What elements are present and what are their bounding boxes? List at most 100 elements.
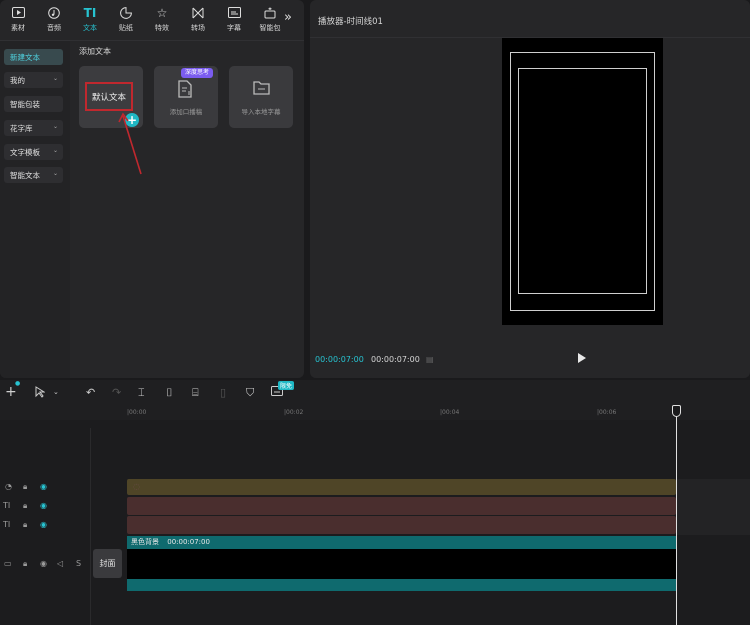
nav-label: 文字模板 (10, 147, 40, 157)
main-clip-footer[interactable] (127, 579, 676, 591)
subtitle-icon (227, 6, 241, 20)
tab-text[interactable]: TI 文本 (72, 0, 108, 38)
nav-label: 花字库 (10, 123, 33, 133)
speaker-icon[interactable]: ◁ (57, 559, 63, 568)
text-clip[interactable] (127, 516, 676, 534)
chevron-down-icon: ⌄ (52, 75, 58, 82)
eye-icon[interactable]: ◉ (40, 482, 47, 491)
script-icon (178, 80, 194, 102)
audio-icon (47, 6, 61, 20)
video-track-icon: ▭ (4, 559, 12, 568)
time-ruler[interactable]: |00:00 |00:02 |00:04 |00:06 (0, 406, 750, 420)
trim-left-icon[interactable]: ⌷ (166, 386, 173, 400)
main-clip-thumbnail[interactable] (127, 549, 676, 579)
tool-tabs: 素材 音频 TI 文本 贴纸 ☆ 特效 转场 字幕 智能包 (0, 0, 304, 38)
card-label: 导入本地字幕 (241, 108, 281, 116)
redo-icon[interactable]: ↷ (112, 386, 121, 399)
main-clip-header[interactable]: 黑色背景 00:00:07:00 (127, 536, 676, 549)
side-nav: 新建文本 我的 ⌄ 智能包装 花字库 ⌄ 文字模板 ⌄ 智能文本 ⌄ (0, 41, 70, 378)
more-tabs-icon[interactable]: » (284, 10, 292, 25)
playhead-line[interactable] (676, 410, 677, 625)
playhead-handle[interactable] (672, 405, 681, 417)
select-tool-icon[interactable] (35, 386, 46, 401)
ruler-tick: |00:04 (440, 409, 460, 416)
preview-canvas[interactable] (502, 38, 663, 325)
lock-icon[interactable]: 🔒︎ (23, 482, 27, 492)
card-label: 添加口播稿 (169, 108, 203, 116)
nav-item-smart-text[interactable]: 智能文本 ⌄ (4, 167, 63, 183)
effects-icon: ☆ (156, 5, 168, 20)
delete-icon[interactable]: ▯ (220, 386, 226, 399)
undo-icon[interactable]: ↶ (86, 386, 95, 399)
tab-sticker[interactable]: 贴纸 (108, 0, 144, 38)
play-button[interactable] (578, 353, 586, 363)
tab-label: 音频 (47, 23, 61, 32)
nav-item-text-template[interactable]: 文字模板 ⌄ (4, 144, 63, 160)
chevron-down-icon: ⌄ (52, 123, 58, 130)
app-window: 素材 音频 TI 文本 贴纸 ☆ 特效 转场 字幕 智能包 » 新建文本 我的 … (0, 0, 750, 625)
nav-label: 新建文本 (10, 52, 40, 62)
nav-label: 智能文本 (10, 170, 40, 180)
nav-label: 智能包装 (10, 99, 40, 109)
lock-icon[interactable]: 🔒︎ (23, 501, 27, 511)
tab-media[interactable]: 素材 (0, 0, 36, 38)
tab-transition[interactable]: 转场 (180, 0, 216, 38)
solo-button[interactable]: S (76, 559, 81, 568)
nav-item-mine[interactable]: 我的 ⌄ (4, 72, 63, 88)
ruler-tick: |00:00 (127, 409, 147, 416)
clip-name: 黑色背景 (131, 538, 159, 546)
eye-icon[interactable]: ◉ (40, 559, 47, 568)
text-clip[interactable] (127, 497, 676, 515)
split-icon[interactable]: ⌶ (138, 386, 145, 400)
divider (90, 428, 91, 625)
trim-right-icon[interactable]: ⌸ (192, 386, 199, 400)
tab-label: 转场 (191, 23, 205, 32)
waveform-icon[interactable]: ▤ (426, 355, 434, 364)
eye-icon[interactable]: ◉ (40, 501, 47, 510)
ruler-label: 00:00 (129, 409, 147, 416)
chevron-down-icon[interactable]: ⌄ (53, 388, 59, 396)
nav-item-new-text[interactable]: 新建文本 (4, 49, 63, 65)
default-text-label: 默认文本 (85, 82, 133, 111)
tab-label: 特效 (155, 23, 169, 32)
sticker-icon: ◌ (133, 482, 140, 491)
asset-panel: 素材 音频 TI 文本 贴纸 ☆ 特效 转场 字幕 智能包 » 新建文本 我的 … (0, 0, 304, 378)
ruler-label: 00:04 (442, 409, 460, 416)
ruler-tick: |00:02 (284, 409, 304, 416)
player-panel: 播放器-时间线01 00:00:07:00 00:00:07:00 ▤ (310, 0, 750, 378)
ruler-label: 00:06 (599, 409, 617, 416)
player-title: 播放器-时间线01 (318, 17, 383, 27)
tab-effects[interactable]: ☆ 特效 (144, 0, 180, 38)
folder-icon (253, 80, 270, 99)
tab-label: 贴纸 (119, 23, 133, 32)
timeline-toolbar: + ● ⌄ ↶ ↷ ⌶ ⌷ ⌸ ▯ ⛉ 限免 (0, 380, 750, 406)
sticker-clip[interactable]: ◌ (127, 479, 676, 495)
tab-label: 智能包 (259, 23, 281, 32)
tab-smart-package[interactable]: 智能包 (252, 0, 288, 38)
import-subtitle-card[interactable]: 导入本地字幕 (229, 66, 293, 128)
nav-item-flower-text[interactable]: 花字库 ⌄ (4, 120, 63, 136)
ruler-tick: |00:06 (597, 409, 617, 416)
nav-label: 我的 (10, 75, 25, 85)
chevron-down-icon: ⌄ (52, 170, 58, 177)
lock-icon[interactable]: 🔒︎ (23, 520, 27, 530)
tab-label: 文本 (83, 23, 97, 32)
shield-icon[interactable]: ⛉ (246, 386, 254, 400)
text-icon: TI (83, 5, 97, 20)
ruler-label: 00:02 (286, 409, 304, 416)
sticker-icon (119, 6, 133, 20)
transition-icon (191, 6, 205, 20)
nav-item-smart-packaging[interactable]: 智能包装 (4, 96, 63, 112)
tab-audio[interactable]: 音频 (36, 0, 72, 38)
eye-icon[interactable]: ◉ (40, 520, 47, 529)
tab-label: 素材 (11, 23, 25, 32)
lock-icon[interactable]: 🔒︎ (23, 559, 27, 569)
current-time: 00:00:07:00 (315, 355, 364, 364)
media-icon (11, 6, 25, 20)
tab-subtitle[interactable]: 字幕 (216, 0, 252, 38)
chevron-down-icon: ⌄ (52, 147, 58, 154)
safe-area-guide-inner (518, 68, 647, 294)
cover-button[interactable]: 封面 (93, 549, 122, 578)
free-badge: 限免 (278, 381, 295, 390)
sticker-track-icon: ◔ (5, 482, 12, 491)
